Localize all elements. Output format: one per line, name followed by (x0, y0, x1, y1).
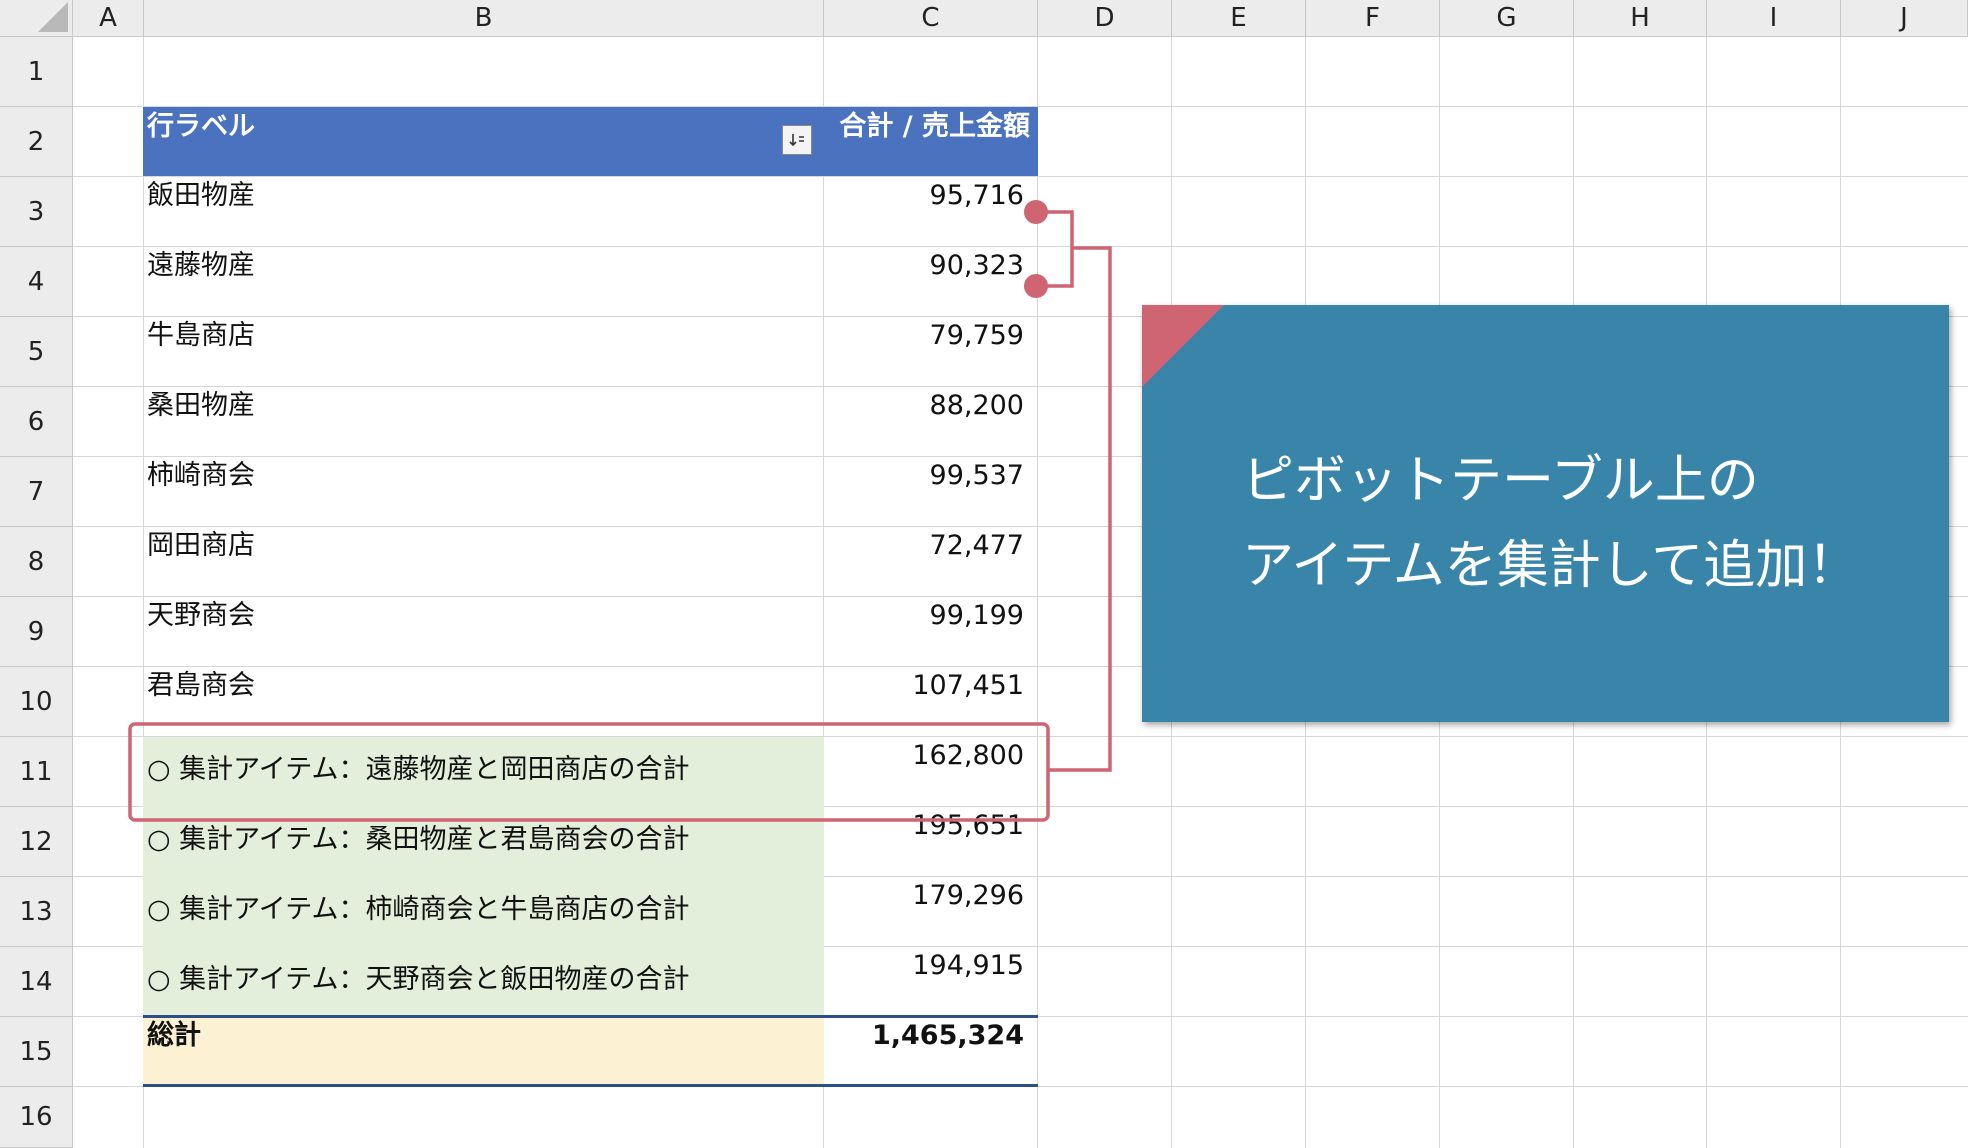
spreadsheet-grid[interactable]: A B C D E F G H I J 1 2 3 4 5 6 7 8 9 10… (0, 0, 1968, 1148)
connector-dot (1024, 200, 1048, 224)
bracket-line (1036, 210, 1074, 288)
connector-line (1048, 246, 1112, 772)
connector-dot (1024, 274, 1048, 298)
highlight-rect (128, 722, 1050, 822)
annotation-layer (128, 200, 1112, 822)
